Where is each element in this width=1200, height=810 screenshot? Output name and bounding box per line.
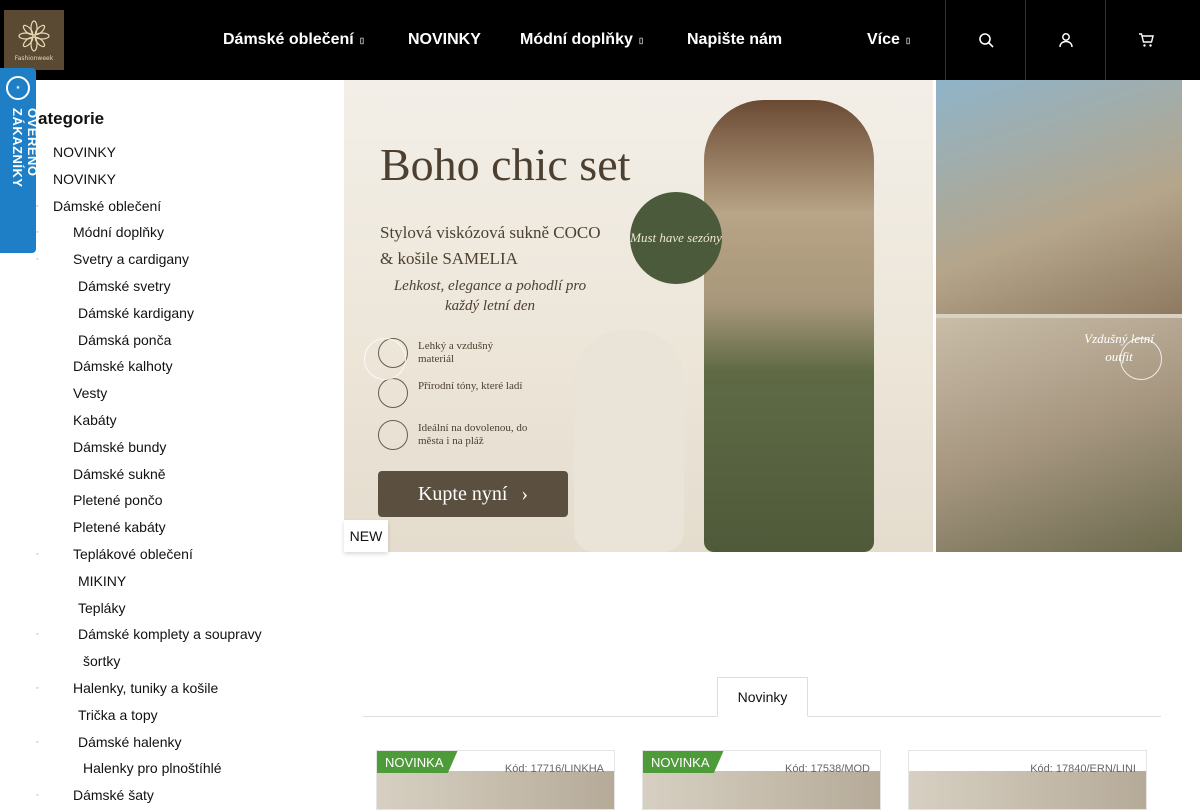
nav-item-vice[interactable]: Více ▯ xyxy=(867,0,910,80)
top-navbar: Fashionweek Dámské oblečení ▯ NOVINKY Mó… xyxy=(0,0,1200,80)
banner-main-panel: Boho chic set Stylová viskózová sukně CO… xyxy=(344,80,933,552)
feature-text: Ideální na dovolenou, do města i na pláž xyxy=(418,422,528,447)
chevron-down-icon: ▯ xyxy=(359,35,365,45)
sidebar-category-item[interactable]: Pletené kabáty xyxy=(73,519,166,535)
nav-item-novinky[interactable]: NOVINKY xyxy=(408,0,481,80)
chevron-down-icon: ▯ xyxy=(638,35,644,45)
sidebar-category-item[interactable]: Dámská ponča xyxy=(78,332,171,348)
site-logo[interactable]: Fashionweek xyxy=(4,10,64,70)
nav-label: Napište nám xyxy=(687,31,783,48)
sidebar-category-item[interactable]: Dámské šaty xyxy=(73,787,154,803)
banner-vase-image xyxy=(574,330,684,552)
sidebar-category-item[interactable]: Dámské oblečení xyxy=(53,198,161,214)
product-card[interactable]: Kód: 17538/MOD NOVINKA xyxy=(642,750,881,810)
banner-model-image xyxy=(704,100,874,552)
sidebar-category-item[interactable]: Trička a topy xyxy=(78,707,158,723)
product-image xyxy=(909,771,1146,809)
product-card[interactable]: Kód: 17716/LINKHA NOVINKA xyxy=(376,750,615,810)
account-button[interactable] xyxy=(1025,0,1105,80)
nav-item-damske-obleceni[interactable]: Dámské oblečení ▯ xyxy=(223,0,364,80)
sidebar-category-item[interactable]: Dámské halenky xyxy=(78,734,182,750)
sidebar-title: ategorie xyxy=(38,109,105,128)
verified-customers-badge[interactable]: ★ OVĚŘENO ZÁKAZNÍKY xyxy=(0,68,40,253)
logo-text: Fashionweek xyxy=(14,54,54,62)
sidebar-category-item[interactable]: Dámské bundy xyxy=(73,439,166,455)
cart-button[interactable] xyxy=(1105,0,1185,80)
chevron-right-icon: › xyxy=(521,482,529,505)
sidebar-category-item[interactable]: Vesty xyxy=(73,385,107,401)
banner-title: Boho chic set xyxy=(380,139,631,190)
sidebar-category-item[interactable]: Teplákové oblečení xyxy=(73,546,193,562)
feature-text: Přírodní tóny, které ladí xyxy=(418,380,523,392)
nav-label: Módní doplňky xyxy=(520,31,633,48)
sidebar-category-item[interactable]: Svetry a cardigany xyxy=(73,251,189,267)
list-bullet-icon: ◦ xyxy=(36,685,39,692)
tab-novinky[interactable]: Novinky xyxy=(717,677,808,717)
banner-tagline: Lehkost, elegance a pohodlí pro každý le… xyxy=(393,278,587,314)
sidebar-category-item[interactable]: Dámské kardigany xyxy=(78,305,194,321)
new-tag: NEW xyxy=(344,520,388,552)
buy-now-label: Kupte nyní xyxy=(417,482,508,505)
sidebar-category-item[interactable]: Dámské svetry xyxy=(78,278,171,294)
sidebar-category-item[interactable]: Tepláky xyxy=(78,600,125,616)
sidebar-category-item[interactable]: Dámské kalhoty xyxy=(73,358,173,374)
feature-text: Lehký a vzdušný materiál xyxy=(418,340,494,365)
product-code: Kód: 17716/LINKHA xyxy=(504,763,604,775)
list-bullet-icon: ◦ xyxy=(36,256,39,264)
product-image xyxy=(377,771,614,809)
sidebar-category-item[interactable]: Kabáty xyxy=(73,412,117,428)
must-have-badge: Must have sezóny xyxy=(630,192,722,284)
product-card[interactable]: Kód: 17840/ERN/LINI xyxy=(908,750,1147,810)
buy-now-button[interactable]: Kupte nyní › xyxy=(378,471,568,517)
cart-icon xyxy=(1138,33,1154,47)
nav-label: NOVINKY xyxy=(408,31,481,48)
sidebar-category-item[interactable]: Dámské sukně xyxy=(73,466,166,482)
sidebar-category-item[interactable]: Módní doplňky xyxy=(73,224,164,240)
search-button[interactable] xyxy=(945,0,1025,80)
search-icon xyxy=(978,33,994,48)
slider-next-button[interactable] xyxy=(1120,338,1162,380)
product-new-label: NOVINKA xyxy=(377,751,458,773)
flower-logo-icon xyxy=(18,19,50,52)
nav-label: Více xyxy=(867,31,900,48)
sidebar-category-item[interactable]: Dámské komplety a soupravy xyxy=(78,626,262,642)
list-bullet-icon: ◦ xyxy=(36,738,39,746)
list-bullet-icon: ◦ xyxy=(36,229,39,237)
chevron-down-icon: ▯ xyxy=(905,35,911,45)
sidebar-category-item[interactable]: Halenky, tuniky a košile xyxy=(73,680,218,696)
plant-icon xyxy=(378,378,408,408)
header-icons xyxy=(945,0,1185,80)
sidebar-category-item[interactable]: NOVINKY xyxy=(53,171,116,187)
verified-seal-icon: ★ xyxy=(6,76,30,100)
product-image xyxy=(643,771,880,809)
sidebar-category-item[interactable]: MIKINY xyxy=(78,573,126,589)
list-bullet-icon: ◦ xyxy=(36,202,39,210)
sidebar-category-item[interactable]: NOVINKY xyxy=(53,144,116,160)
slider-prev-button[interactable] xyxy=(364,338,406,380)
product-code: Kód: 17840/ERN/LINI xyxy=(1030,763,1136,775)
banner-photo-top xyxy=(936,80,1182,314)
sun-icon xyxy=(378,420,408,450)
nav-item-modni-doplnky[interactable]: Módní doplňky ▯ xyxy=(520,0,643,80)
product-code: Kód: 17538/MOD xyxy=(785,763,870,775)
sidebar-category-item[interactable]: šortky xyxy=(83,653,120,669)
nav-label: Dámské oblečení xyxy=(223,31,354,48)
sidebar-category-item[interactable]: Halenky pro plnoštíhlé xyxy=(83,760,222,776)
sidebar-category-item[interactable]: Pletené pončo xyxy=(73,492,163,508)
nav-item-napiste-nam[interactable]: Napište nám xyxy=(687,0,782,80)
list-bullet-icon: ◦ xyxy=(36,792,39,800)
product-new-label: NOVINKA xyxy=(643,751,724,773)
banner-subtitle: Stylová viskózová sukně COCO & košile SA… xyxy=(380,223,601,268)
list-bullet-icon: ◦ xyxy=(36,551,39,558)
list-bullet-icon: ◦ xyxy=(36,631,39,639)
hero-slider[interactable]: Boho chic set Stylová viskózová sukně CO… xyxy=(344,80,1182,552)
user-icon xyxy=(1058,33,1073,48)
